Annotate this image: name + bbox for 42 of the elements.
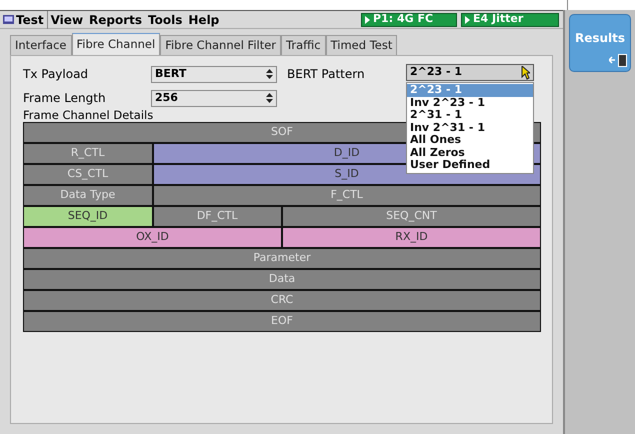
dropdown[interactable]: 256 (151, 90, 277, 106)
frame-cell: CRC (24, 291, 540, 310)
menu-item[interactable]: Tools (145, 10, 186, 28)
dropdown-option[interactable]: All Zeros (407, 146, 533, 159)
tab[interactable]: Fibre Channel Filter (160, 35, 282, 55)
dropdown-option[interactable]: Inv 2^31 - 1 (407, 122, 533, 134)
frame-cell: RX_ID (283, 228, 540, 247)
dropdown[interactable]: BERT (151, 66, 277, 82)
menu-item[interactable]: Reports (86, 10, 146, 28)
menu-item[interactable]: Help (185, 10, 222, 28)
status-text: E4 Jitter (473, 11, 524, 28)
dropdown-option[interactable]: 2^31 - 1 (407, 109, 533, 122)
spinner-icon (266, 69, 273, 79)
frame-cell: DF_CTL (154, 207, 281, 226)
section-title: Frame Channel Details (23, 109, 154, 121)
menu-item[interactable]: View (48, 10, 86, 28)
menu-item[interactable]: Test (0, 10, 48, 28)
frame-cell: Data Type (24, 186, 152, 205)
play-icon (365, 16, 370, 24)
tab[interactable]: Traffic (281, 35, 326, 55)
frame-cell: CS_CTL (24, 165, 152, 184)
field-label: Tx Payload (23, 66, 90, 83)
frame-cell: F_CTL (154, 186, 540, 205)
tab[interactable]: Fibre Channel (72, 33, 160, 55)
status-text: P1: 4G FC (373, 11, 434, 28)
spinner-icon (266, 93, 273, 103)
frame-cell: Parameter (24, 249, 540, 268)
export-icon (609, 54, 627, 67)
frame-cell: R_CTL (24, 144, 152, 163)
dropdown-option[interactable]: Inv 2^23 - 1 (407, 96, 533, 109)
cursor-icon (521, 66, 530, 80)
frame-cell: SEQ_ID (24, 207, 152, 226)
bert-pattern-dropdown[interactable]: 2^23 - 1 (406, 64, 534, 81)
tab[interactable]: Interface (10, 35, 72, 55)
frame-cell: EOF (24, 312, 540, 331)
frame-cell: SEQ_CNT (283, 207, 540, 226)
field-label: Frame Length (23, 90, 107, 107)
play-icon (465, 16, 470, 24)
frame-cell: OX_ID (24, 228, 281, 247)
monitor-icon (3, 15, 14, 24)
tab[interactable]: Timed Test (326, 35, 398, 55)
frame-cell: Data (24, 270, 540, 289)
